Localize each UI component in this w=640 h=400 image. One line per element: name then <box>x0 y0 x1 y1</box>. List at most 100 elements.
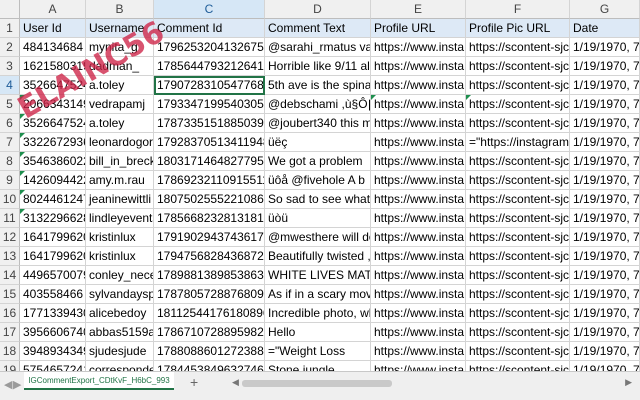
header-cell[interactable]: Profile Pic URL <box>466 19 570 38</box>
table-cell[interactable]: https://scontent-sjc <box>466 304 570 323</box>
table-cell[interactable]: https://www.insta <box>371 133 466 152</box>
table-cell[interactable]: ="https://instagram <box>466 133 570 152</box>
row-header[interactable]: 5 <box>0 95 20 114</box>
table-cell[interactable]: https://scontent-sjc <box>466 209 570 228</box>
table-cell[interactable]: 1/19/1970, 7 <box>570 57 640 76</box>
table-cell[interactable]: 17919029437436172 <box>154 228 265 247</box>
table-cell[interactable]: 3546386022 <box>20 152 86 171</box>
header-cell[interactable]: Date <box>570 19 640 38</box>
error-indicator-icon[interactable] <box>20 152 25 157</box>
prev-sheet-button[interactable]: ◀ <box>4 378 12 391</box>
table-cell[interactable]: https://scontent-sjc <box>466 228 570 247</box>
table-cell[interactable]: https://www.insta <box>371 95 466 114</box>
table-cell[interactable]: 8024461247 <box>20 190 86 209</box>
table-cell[interactable]: 17856682328131813 <box>154 209 265 228</box>
table-cell[interactable]: 17878057288768092 <box>154 285 265 304</box>
table-cell[interactable]: We got a problem <box>265 152 371 171</box>
table-cell[interactable]: https://scontent-sjc <box>466 247 570 266</box>
table-cell[interactable]: https://scontent-sjc <box>466 361 570 371</box>
table-cell[interactable]: 18031714648277958 <box>154 152 265 171</box>
table-cell[interactable]: https://scontent-sjc <box>466 285 570 304</box>
table-cell[interactable]: 3526647524 <box>20 76 86 95</box>
table-cell[interactable]: https://www.insta <box>371 266 466 285</box>
table-cell[interactable]: 3322672936 <box>20 133 86 152</box>
table-cell[interactable]: 1/19/1970, 7 <box>570 190 640 209</box>
column-header-f[interactable]: F <box>466 0 570 19</box>
next-sheet-button[interactable]: ▶ <box>13 378 21 391</box>
table-cell[interactable]: 1641799620 <box>20 228 86 247</box>
row-header[interactable]: 4 <box>0 76 20 95</box>
table-cell[interactable]: @joubert340 this m <box>265 114 371 133</box>
table-cell[interactable]: 1/19/1970, 7 <box>570 133 640 152</box>
table-cell[interactable]: https://scontent-sjc <box>466 57 570 76</box>
table-cell[interactable]: 403558466 <box>20 285 86 304</box>
row-header[interactable]: 19 <box>0 361 20 371</box>
error-indicator-icon[interactable] <box>20 209 25 214</box>
table-cell[interactable]: 3526647524 <box>20 114 86 133</box>
table-cell[interactable]: 1/19/1970, 7 <box>570 285 640 304</box>
table-cell[interactable]: https://www.insta <box>371 190 466 209</box>
row-header[interactable]: 10 <box>0 190 20 209</box>
table-cell[interactable]: https://www.insta <box>371 304 466 323</box>
table-cell[interactable]: https://www.insta <box>371 285 466 304</box>
table-cell[interactable]: 17880886012723885 <box>154 342 265 361</box>
table-cell[interactable]: 1/19/1970, 7 <box>570 228 640 247</box>
table-cell[interactable]: a.toley <box>86 114 154 133</box>
table-cell[interactable]: kristinlux <box>86 228 154 247</box>
table-cell[interactable]: 3132296628 <box>20 209 86 228</box>
table-cell[interactable]: 3948934349 <box>20 342 86 361</box>
table-cell[interactable]: https://scontent-sjc <box>466 76 570 95</box>
header-cell[interactable]: Username <box>86 19 154 38</box>
header-cell[interactable]: Comment Text <box>265 19 371 38</box>
error-indicator-icon[interactable] <box>20 95 25 100</box>
table-cell[interactable]: 1/19/1970, 7 <box>570 209 640 228</box>
table-cell[interactable]: https://www.insta <box>371 114 466 133</box>
table-cell[interactable]: 4496570079 <box>20 266 86 285</box>
table-cell[interactable]: https://www.insta <box>371 247 466 266</box>
table-cell[interactable]: As if in a scary movie <box>265 285 371 304</box>
row-header[interactable]: 11 <box>0 209 20 228</box>
table-cell[interactable]: dadman_ <box>86 57 154 76</box>
table-cell[interactable]: @debschami ,ù§Ô∏è <box>265 95 371 114</box>
table-cell[interactable]: abbas5159al <box>86 323 154 342</box>
table-cell[interactable]: conley_nece <box>86 266 154 285</box>
table-cell[interactable]: https://www.insta <box>371 38 466 57</box>
table-cell[interactable]: leonardogor <box>86 133 154 152</box>
column-header-g[interactable]: G <box>570 0 640 19</box>
table-cell[interactable]: Horrible like 9/11 all <box>265 57 371 76</box>
sheet-tab[interactable]: IGCommentExport_CDtKvF_H6bC_993 <box>24 372 174 390</box>
table-cell[interactable]: 1771339430 <box>20 304 86 323</box>
table-cell[interactable]: https://www.insta <box>371 361 466 371</box>
header-cell[interactable]: Comment Id <box>154 19 265 38</box>
table-cell[interactable]: vedrapamj <box>86 95 154 114</box>
table-cell[interactable]: 17933471995403052 <box>154 95 265 114</box>
table-cell[interactable]: 1/19/1970, 7 <box>570 95 640 114</box>
row-header[interactable]: 14 <box>0 266 20 285</box>
table-cell[interactable]: 17844538496327468 <box>154 361 265 371</box>
table-cell[interactable]: https://www.insta <box>371 76 466 95</box>
table-cell[interactable]: @mwesthere will do <box>265 228 371 247</box>
table-cell[interactable]: https://scontent-sjc <box>466 190 570 209</box>
table-cell[interactable]: https://www.insta <box>371 57 466 76</box>
scrollbar-thumb[interactable] <box>242 380 392 387</box>
table-cell[interactable]: 17928370513411948 <box>154 133 265 152</box>
table-cell[interactable]: 17856447932126414 <box>154 57 265 76</box>
table-cell[interactable]: https://www.insta <box>371 152 466 171</box>
table-cell[interactable]: https://www.insta <box>371 323 466 342</box>
table-cell[interactable]: jeaninewittli <box>86 190 154 209</box>
table-cell[interactable]: https://scontent-sjc <box>466 95 570 114</box>
table-cell[interactable]: 1621580319 <box>20 57 86 76</box>
table-cell[interactable]: üòü <box>265 209 371 228</box>
row-header[interactable]: 12 <box>0 228 20 247</box>
row-header[interactable]: 13 <box>0 247 20 266</box>
table-cell[interactable]: 17869232110915511 <box>154 171 265 190</box>
table-cell[interactable]: 1/19/1970, 7 <box>570 247 640 266</box>
table-cell[interactable]: https://www.insta <box>371 228 466 247</box>
table-cell[interactable]: alicebedoy <box>86 304 154 323</box>
table-cell[interactable]: Hello <box>265 323 371 342</box>
row-header[interactable]: 2 <box>0 38 20 57</box>
table-cell[interactable]: 18112544176180896 <box>154 304 265 323</box>
row-header[interactable]: 16 <box>0 304 20 323</box>
error-indicator-icon[interactable] <box>371 95 376 100</box>
table-cell[interactable]: 1/19/1970, 7 <box>570 304 640 323</box>
